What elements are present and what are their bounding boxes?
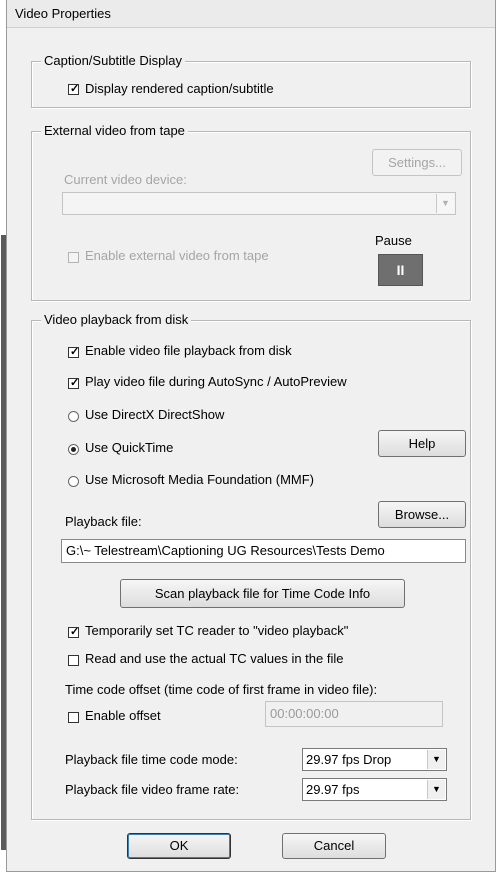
browse-button[interactable]: Browse... bbox=[378, 501, 466, 528]
checkmark-icon: ✓ bbox=[70, 83, 80, 95]
play-during-checkbox[interactable]: ✓ bbox=[68, 377, 80, 389]
window-edge-shadow bbox=[1, 235, 6, 850]
pause-icon: II bbox=[396, 262, 405, 278]
enable-offset-checkbox[interactable] bbox=[68, 712, 79, 723]
radio-selected-dot bbox=[71, 447, 76, 452]
settings-button[interactable]: Settings... bbox=[372, 149, 462, 176]
directshow-label[interactable]: Use DirectX DirectShow bbox=[85, 407, 224, 422]
offset-value-field[interactable]: 00:00:00:00 bbox=[265, 701, 443, 727]
offset-description: Time code offset (time code of first fra… bbox=[65, 682, 378, 697]
play-during-label[interactable]: Play video file during AutoSync / AutoPr… bbox=[85, 374, 347, 389]
current-device-label: Current video device: bbox=[64, 172, 187, 187]
video-playback-legend: Video playback from disk bbox=[41, 312, 192, 327]
tc-mode-value: 29.97 fps Drop bbox=[306, 752, 392, 767]
enable-offset-label[interactable]: Enable offset bbox=[85, 708, 161, 723]
display-rendered-label[interactable]: Display rendered caption/subtitle bbox=[85, 81, 274, 96]
pause-label: Pause bbox=[375, 233, 412, 248]
frame-rate-label: Playback file video frame rate: bbox=[65, 782, 240, 797]
window-title: Video Properties bbox=[15, 6, 111, 21]
help-button[interactable]: Help bbox=[378, 430, 466, 457]
checkmark-icon: ✓ bbox=[70, 346, 80, 358]
tc-mode-select[interactable]: 29.97 fps Drop ▼ bbox=[302, 748, 447, 771]
checkmark-icon: ✓ bbox=[70, 377, 80, 389]
enable-external-checkbox[interactable] bbox=[68, 252, 79, 263]
directshow-radio[interactable] bbox=[68, 411, 79, 422]
playback-file-field[interactable]: G:\~ Telestream\Captioning UG Resources\… bbox=[61, 539, 466, 563]
playback-file-label: Playback file: bbox=[65, 514, 142, 529]
quicktime-radio[interactable] bbox=[68, 444, 79, 455]
caption-subtitle-legend: Caption/Subtitle Display bbox=[41, 53, 186, 68]
ok-button[interactable]: OK bbox=[127, 833, 231, 859]
checkmark-icon: ✓ bbox=[70, 626, 80, 638]
cancel-button[interactable]: Cancel bbox=[282, 833, 386, 859]
external-video-group: External video from tape Settings... Cur… bbox=[31, 123, 471, 301]
chevron-down-icon: ▼ bbox=[427, 780, 445, 799]
read-tc-label[interactable]: Read and use the actual TC values in the… bbox=[85, 651, 343, 666]
video-properties-dialog: Video Properties Caption/Subtitle Displa… bbox=[1, 0, 496, 872]
chevron-down-icon: ▼ bbox=[427, 750, 445, 769]
enable-playback-checkbox[interactable]: ✓ bbox=[68, 346, 80, 358]
mmf-radio[interactable] bbox=[68, 476, 79, 487]
pause-button[interactable]: II bbox=[378, 254, 423, 286]
scan-playback-button[interactable]: Scan playback file for Time Code Info bbox=[120, 579, 405, 608]
display-rendered-checkbox[interactable]: ✓ bbox=[68, 83, 80, 95]
tc-mode-label: Playback file time code mode: bbox=[65, 752, 238, 767]
caption-subtitle-group: Caption/Subtitle Display ✓ Display rende… bbox=[31, 53, 471, 108]
chevron-down-icon: ▼ bbox=[436, 194, 454, 213]
temp-tc-label[interactable]: Temporarily set TC reader to "video play… bbox=[85, 623, 348, 638]
read-tc-checkbox[interactable] bbox=[68, 655, 79, 666]
mmf-label[interactable]: Use Microsoft Media Foundation (MMF) bbox=[85, 472, 314, 487]
frame-rate-select[interactable]: 29.97 fps ▼ bbox=[302, 778, 447, 801]
quicktime-label[interactable]: Use QuickTime bbox=[85, 440, 173, 455]
enable-external-label[interactable]: Enable external video from tape bbox=[85, 248, 269, 263]
temp-tc-checkbox[interactable]: ✓ bbox=[68, 626, 80, 638]
video-device-select[interactable]: ▼ bbox=[62, 192, 456, 215]
enable-playback-label[interactable]: Enable video file playback from disk bbox=[85, 343, 292, 358]
title-bar[interactable]: Video Properties bbox=[7, 0, 495, 28]
frame-rate-value: 29.97 fps bbox=[306, 782, 360, 797]
video-playback-group: Video playback from disk ✓ Enable video … bbox=[31, 312, 471, 820]
external-video-legend: External video from tape bbox=[41, 123, 188, 138]
